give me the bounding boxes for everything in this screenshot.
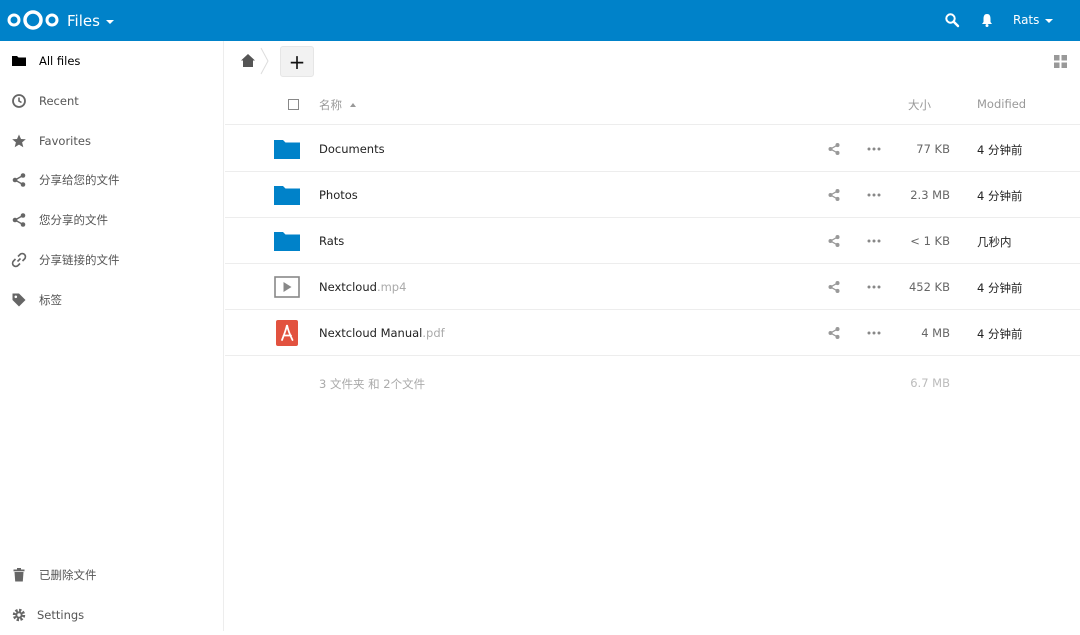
share-icon[interactable] <box>827 234 841 248</box>
column-name-label: 名称 <box>319 97 342 113</box>
gear-icon <box>11 607 27 623</box>
sidebar-item-label: Recent <box>39 94 79 108</box>
file-name[interactable]: Documents <box>319 142 385 156</box>
file-modified: 4 分钟前 <box>977 188 1022 204</box>
video-file-icon <box>273 274 301 300</box>
bell-icon[interactable] <box>979 12 995 28</box>
share-icon[interactable] <box>827 326 841 340</box>
file-size: < 1 KB <box>910 234 950 248</box>
sidebar-item-shared-links[interactable]: 分享链接的文件 <box>0 240 224 280</box>
table-header: 名称 大小 Modified <box>225 85 1080 125</box>
file-size: 452 KB <box>909 280 950 294</box>
file-modified: 4 分钟前 <box>977 326 1022 342</box>
sidebar-item-settings[interactable]: Settings <box>0 595 224 635</box>
home-icon[interactable] <box>240 53 256 68</box>
nextcloud-logo-icon[interactable] <box>7 9 59 31</box>
sidebar-item-label: 您分享的文件 <box>39 212 108 228</box>
chevron-down-icon <box>1045 19 1053 23</box>
user-menu-button[interactable]: Rats <box>1013 13 1053 27</box>
table-row[interactable]: Nextcloud Manual.pdf 4 MB 4 分钟前 <box>225 310 1080 356</box>
sidebar-item-tags[interactable]: 标签 <box>0 280 224 320</box>
total-size: 6.7 MB <box>910 376 950 390</box>
app-menu-button[interactable]: Files <box>67 12 114 30</box>
select-all-checkbox[interactable] <box>288 99 299 110</box>
folder-icon <box>273 182 301 208</box>
user-name: Rats <box>1013 13 1039 27</box>
share-icon <box>11 172 27 188</box>
sort-by-modified-button[interactable]: Modified <box>977 97 1026 111</box>
sidebar-item-label: 标签 <box>39 292 62 308</box>
table-row[interactable]: Documents 77 KB 4 分钟前 <box>225 126 1080 172</box>
table-row[interactable]: Photos 2.3 MB 4 分钟前 <box>225 172 1080 218</box>
file-size: 2.3 MB <box>910 188 950 202</box>
share-icon[interactable] <box>827 188 841 202</box>
more-options-icon[interactable] <box>867 331 881 335</box>
link-icon <box>11 252 27 268</box>
top-header: Files Rats <box>0 0 1080 41</box>
folder-icon <box>273 228 301 254</box>
sidebar-item-label: 分享链接的文件 <box>39 252 120 268</box>
share-icon[interactable] <box>827 280 841 294</box>
search-icon[interactable] <box>944 12 960 28</box>
folder-icon <box>273 136 301 162</box>
file-modified: 4 分钟前 <box>977 280 1022 296</box>
star-icon <box>11 133 27 149</box>
clock-icon <box>11 93 27 109</box>
table-row[interactable]: Nextcloud.mp4 452 KB 4 分钟前 <box>225 264 1080 310</box>
file-list-area: + 名称 大小 Modified Documents 77 KB 4 分钟前 <box>225 41 1080 631</box>
sort-ascending-icon <box>350 103 356 107</box>
sidebar-item-all-files[interactable]: All files <box>0 41 224 81</box>
sidebar-item-label: All files <box>39 54 80 68</box>
folder-icon <box>11 53 27 69</box>
file-modified: 4 分钟前 <box>977 142 1022 158</box>
sidebar-item-favorites[interactable]: Favorites <box>0 121 224 161</box>
file-name[interactable]: Photos <box>319 188 358 202</box>
trash-icon <box>11 567 27 583</box>
sidebar-item-shared-with-you[interactable]: 分享给您的文件 <box>0 160 224 200</box>
file-name[interactable]: Nextcloud Manual.pdf <box>319 326 445 340</box>
file-size: 77 KB <box>916 142 950 156</box>
sidebar-item-label: 分享给您的文件 <box>39 172 120 188</box>
sidebar-item-deleted-files[interactable]: 已删除文件 <box>0 555 224 595</box>
sort-by-name-button[interactable]: 名称 <box>319 97 356 113</box>
tag-icon <box>11 292 27 308</box>
table-row[interactable]: Rats < 1 KB 几秒内 <box>225 218 1080 264</box>
sort-by-size-button[interactable]: 大小 <box>908 97 931 113</box>
more-options-icon[interactable] <box>867 285 881 289</box>
share-icon <box>11 212 27 228</box>
sidebar-item-label: 已删除文件 <box>39 567 97 583</box>
sidebar-item-label: Favorites <box>39 134 91 148</box>
more-options-icon[interactable] <box>867 239 881 243</box>
add-new-button[interactable]: + <box>280 46 314 77</box>
more-options-icon[interactable] <box>867 193 881 197</box>
pdf-file-icon <box>273 320 301 346</box>
file-size: 4 MB <box>921 326 950 340</box>
file-name[interactable]: Nextcloud.mp4 <box>319 280 406 294</box>
grid-view-icon[interactable] <box>1054 55 1067 68</box>
sidebar-item-label: Settings <box>37 608 84 622</box>
chevron-down-icon <box>106 20 114 24</box>
sidebar: All files Recent Favorites 分享给您的文件 您分享的文… <box>0 41 224 631</box>
sidebar-item-recent[interactable]: Recent <box>0 81 224 121</box>
share-icon[interactable] <box>827 142 841 156</box>
sidebar-item-shared-by-you[interactable]: 您分享的文件 <box>0 200 224 240</box>
file-name[interactable]: Rats <box>319 234 344 248</box>
more-options-icon[interactable] <box>867 147 881 151</box>
file-summary: 3 文件夹 和 2个文件 <box>319 376 425 392</box>
app-name: Files <box>67 12 100 30</box>
breadcrumb-separator <box>260 47 270 75</box>
file-modified: 几秒内 <box>977 234 1012 250</box>
